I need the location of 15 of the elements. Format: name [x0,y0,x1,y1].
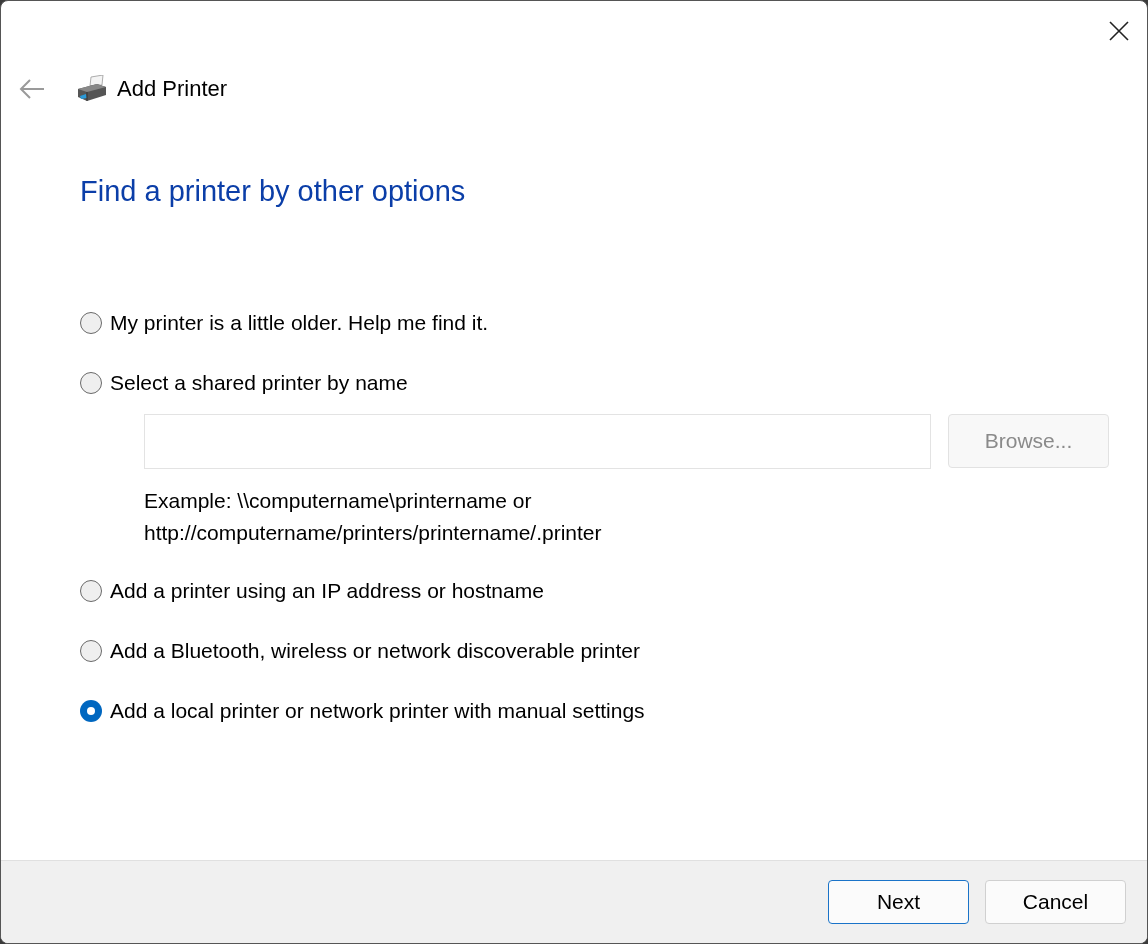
window-title: Add Printer [117,76,228,102]
cancel-button[interactable]: Cancel [985,880,1126,924]
printer-icon [75,75,107,103]
radio-option[interactable]: My printer is a little older. Help me find it. [80,305,489,341]
radio-option[interactable]: Add a local printer or network printer with manual settings [80,693,645,729]
radio-option[interactable]: Add a printer using an IP address or hostname [80,573,544,609]
back-arrow-icon [19,78,45,100]
next-button[interactable]: Next [828,880,969,924]
radio-option[interactable]: Add a Bluetooth, wireless or network discoverable printer [80,633,640,669]
example-text: Example: \\computername\printername or [144,488,533,514]
printer-name-field[interactable] [144,414,931,469]
radio-option[interactable]: Select a shared printer by name [80,365,408,401]
close-icon [1109,21,1129,41]
example-text: http://computername/printers/printername/.printer [144,520,603,546]
page-heading: Find a printer by other options [80,175,467,208]
